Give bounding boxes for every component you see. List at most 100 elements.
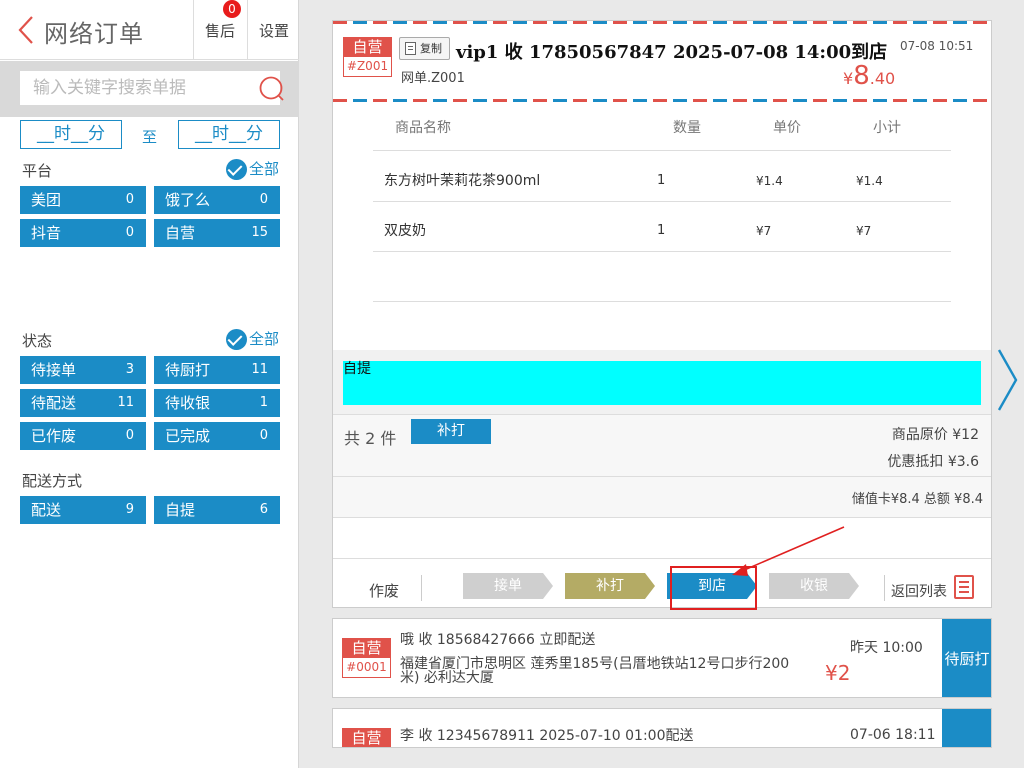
filter-count: 6 [259,502,268,517]
filter-label: 已作废 [31,427,77,445]
filter-label: 待厨打 [165,361,211,379]
next-order-arrow-icon[interactable] [996,348,1020,412]
highlight-box [670,566,757,610]
order-source-tag: 自营 [342,728,391,747]
order-status-button[interactable] [942,709,991,747]
col-header-price: 单价 [773,120,801,136]
list-icon[interactable] [954,575,974,599]
void-button[interactable]: 作废 [369,580,399,601]
filter-delivery-deliver[interactable]: 配送 9 [20,496,146,524]
filter-label: 美团 [31,191,62,209]
order-list-item[interactable]: 自营 李 收 12345678911 2025-07-10 01:00配送 07… [332,708,992,748]
order-time: 07-08 10:51 [900,39,974,53]
filter-platform-douyin[interactable]: 抖音 0 [20,219,146,247]
reprint-button[interactable]: 补打 [411,419,491,444]
filter-label: 待接单 [31,361,77,379]
filter-status-pending-accept[interactable]: 待接单 3 [20,356,146,384]
spacer-row [333,517,991,558]
airmail-border [333,21,991,24]
filter-count: 11 [117,395,134,410]
divider [421,575,422,601]
step-cashier-button[interactable]: 收银 [769,573,859,599]
summary-section: 共 2 件 补打 商品原价 ¥12 优惠抵扣 ¥3.6 [333,414,991,476]
filter-label: 待配送 [31,394,77,412]
after-sale-button[interactable]: 售后 0 [193,0,246,60]
order-title: vip1 收 17850567847 2025-07-08 14:00到店 [456,42,888,63]
filter-status-pending-delivery[interactable]: 待配送 11 [20,389,146,417]
divider [884,575,885,601]
note-section: 自提 [333,350,991,414]
search-icon[interactable] [258,75,284,101]
order-price: ¥2 [825,661,851,685]
filter-delivery-pickup[interactable]: 自提 6 [154,496,280,524]
price-integer: 8 [853,61,870,91]
order-list-item[interactable]: 自营 #0001 哦 收 18568427666 立即配送 昨天 10:00 福… [332,618,992,698]
filter-count: 0 [125,192,134,207]
filter-label: 自提 [165,501,196,519]
filter-count: 9 [125,502,134,517]
status-all-label: 全部 [249,330,280,348]
search-bar [0,61,299,117]
status-all-toggle[interactable]: 全部 [226,328,279,350]
time-from-field[interactable]: __时__分 [20,120,122,149]
filter-count: 0 [259,192,268,207]
step-accept-button[interactable]: 接单 [463,573,553,599]
filter-label: 配送 [31,501,62,519]
order-subtitle: 网单.Z001 [401,71,465,86]
order-source-tag: 自营 #0001 [342,638,391,678]
order-number: #0001 [343,658,390,677]
status-label: 状态 [22,332,53,350]
filter-label: 待收银 [165,394,211,412]
source-label: 自营 [343,639,390,658]
order-title: 哦 收 18568427666 立即配送 [400,632,596,648]
filter-label: 已完成 [165,427,211,445]
sidebar-topbar: 网络订单 售后 0 设置 [0,0,299,60]
platform-all-toggle[interactable]: 全部 [226,158,279,180]
order-time: 07-06 18:11 [850,727,936,743]
filter-platform-meituan[interactable]: 美团 0 [20,186,146,214]
check-circle-icon [226,329,247,350]
filter-count: 15 [251,225,268,240]
item-row-empty [373,252,951,302]
airmail-border [333,99,991,102]
filter-platform-self[interactable]: 自营 15 [154,219,280,247]
platform-all-label: 全部 [249,160,280,178]
filter-count: 11 [251,362,268,377]
copy-button[interactable]: 复制 [399,37,450,60]
settings-button[interactable]: 设置 [247,0,300,60]
source-label: 自营 [343,729,390,747]
col-header-qty: 数量 [673,120,701,136]
filter-status-pending-kitchen[interactable]: 待厨打 11 [154,356,280,384]
items-table-header: 商品名称 数量 单价 小计 [373,117,951,151]
filter-platform-eleme[interactable]: 饿了么 0 [154,186,280,214]
col-header-subtotal: 小计 [873,120,901,136]
filter-status-voided[interactable]: 已作废 0 [20,422,146,450]
order-price: ¥8.40 [843,61,895,91]
search-input[interactable] [33,77,233,99]
back-to-list-button[interactable]: 返回列表 [891,581,947,601]
order-source-tag: 自营 #Z001 [343,37,392,77]
col-header-name: 商品名称 [395,120,451,136]
discount-amount: 优惠抵扣 ¥3.6 [887,454,979,470]
sidebar: 网络订单 售后 0 设置 __时__分 至 __时__分 平台 全部 美团 0 饿… [0,0,299,768]
after-sale-badge: 0 [223,0,241,18]
step-reprint-button[interactable]: 补打 [565,573,655,599]
order-status-button[interactable]: 待厨打 [942,619,991,697]
order-time: 昨天 10:00 [850,640,923,656]
order-title: 李 收 12345678911 2025-07-10 01:00配送 [400,728,694,744]
price-decimal: .40 [869,69,896,88]
back-icon[interactable] [14,14,38,46]
time-to-field[interactable]: __时__分 [178,120,280,149]
order-detail-card: 自营 #Z001 复制 vip1 收 17850567847 2025-07-0… [332,20,992,610]
payment-summary: 储值卡¥8.4 总额 ¥8.4 [851,492,983,507]
filter-status-completed[interactable]: 已完成 0 [154,422,280,450]
platform-label: 平台 [22,162,53,180]
filter-count: 0 [259,428,268,443]
order-number: #Z001 [344,57,391,76]
filter-count: 3 [125,362,134,377]
filter-count: 1 [259,395,268,410]
filter-label: 抖音 [31,224,62,242]
order-action-bar: 作废 接单 补打 到店 收银 返回列表 [333,558,991,610]
copy-icon [405,42,416,55]
filter-status-pending-cashier[interactable]: 待收银 1 [154,389,280,417]
